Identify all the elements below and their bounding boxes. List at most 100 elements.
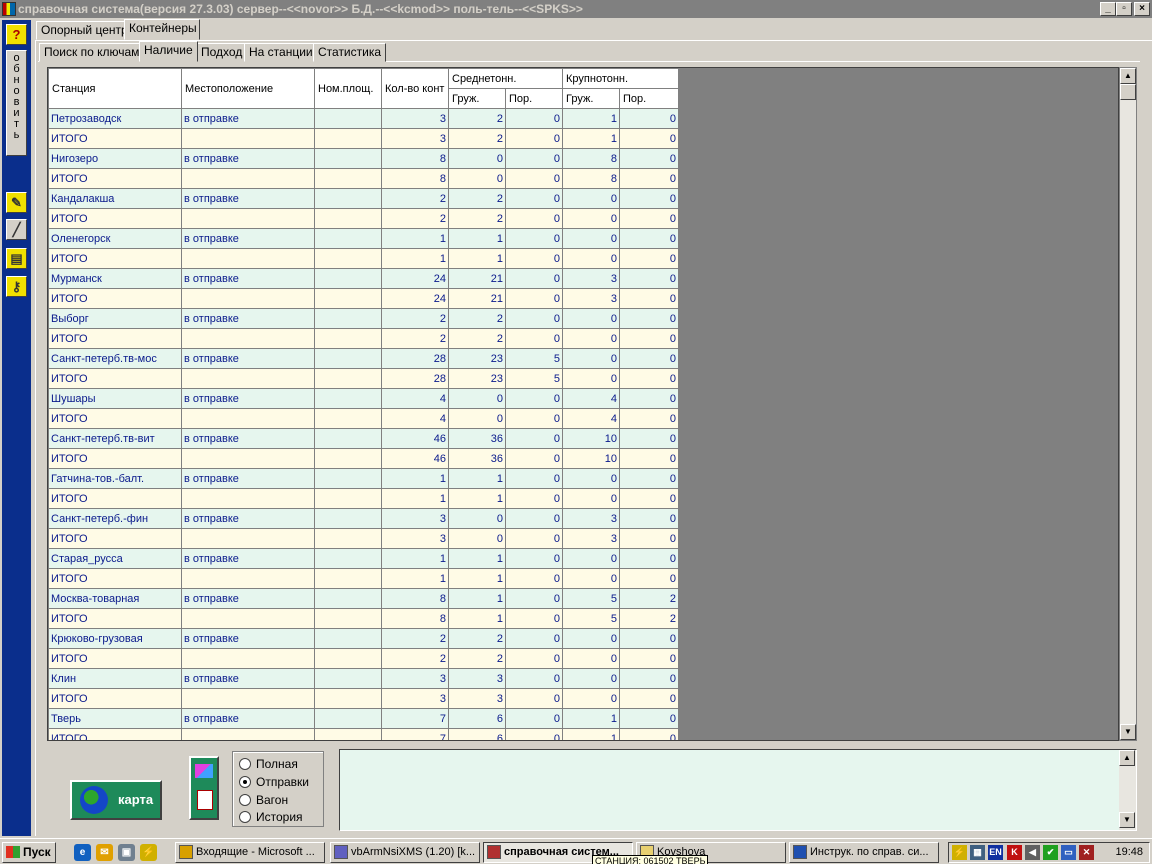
cell-large-empty[interactable]: 0 [619,268,680,289]
tray-volume-icon[interactable]: ◀ [1025,845,1040,860]
desktop-icon[interactable]: ▣ [118,844,135,861]
cell-count[interactable]: 46 [381,448,449,469]
cell-location[interactable]: в отправке [181,308,315,329]
cell-platform[interactable] [314,428,382,449]
cell-station[interactable]: Петрозаводск [48,108,182,129]
cell-large-empty[interactable]: 0 [619,208,680,229]
cell-location[interactable]: в отправке [181,388,315,409]
cell-large-empty[interactable]: 0 [619,708,680,729]
cell-station[interactable]: Кандалакша [48,188,182,209]
cell-medium-loaded[interactable]: 23 [448,368,506,389]
cell-medium-loaded[interactable]: 0 [448,528,506,549]
radio-wagon[interactable]: Вагон [239,792,288,808]
tab-at-station[interactable]: На станции [244,43,318,62]
cell-platform[interactable] [314,708,382,729]
cell-station[interactable]: Мурманск [48,268,182,289]
cell-location[interactable]: в отправке [181,108,315,129]
cell-medium-loaded[interactable]: 1 [448,568,506,589]
cell-count[interactable]: 1 [381,228,449,249]
cell-large-empty[interactable]: 0 [619,548,680,569]
cell-station[interactable]: ИТОГО [48,608,182,629]
cell-location[interactable] [181,248,315,269]
cell-large-empty[interactable]: 2 [619,588,680,609]
cell-count[interactable]: 1 [381,468,449,489]
header-station[interactable]: Станция [48,68,182,109]
radio-dispatches[interactable]: Отправки [239,774,309,790]
cell-medium-loaded[interactable]: 1 [448,228,506,249]
cell-medium-loaded[interactable]: 0 [448,408,506,429]
cell-large-empty[interactable]: 0 [619,308,680,329]
header-large-empty[interactable]: Пор. [619,88,680,109]
cell-medium-loaded[interactable]: 1 [448,488,506,509]
cell-location[interactable]: в отправке [181,628,315,649]
table-row[interactable]: Гатчина-тов.-балт. в отправке 1 1 0 0 0 [48,468,680,489]
cell-platform[interactable] [314,148,382,169]
cell-large-empty[interactable]: 0 [619,728,680,740]
memo-scroll-down-icon[interactable]: ▼ [1119,812,1135,828]
cell-large-empty[interactable]: 0 [619,288,680,309]
tray-monitor-icon[interactable]: ▭ [1061,845,1076,860]
cell-large-loaded[interactable]: 5 [562,588,621,609]
cell-large-loaded[interactable]: 0 [562,248,621,269]
grid-vertical-scrollbar[interactable]: ▲ ▼ [1119,67,1137,741]
header-location[interactable]: Местоположение [181,68,315,109]
cell-medium-empty[interactable]: 0 [504,488,564,509]
cell-large-empty[interactable]: 0 [619,668,680,689]
cell-station[interactable]: ИТОГО [48,448,182,469]
cell-count[interactable]: 2 [381,208,449,229]
header-platform[interactable]: Ном.площ. [314,68,382,109]
cell-count[interactable]: 28 [381,348,449,369]
cell-medium-empty[interactable]: 0 [504,728,564,740]
radio-history[interactable]: История [239,809,303,825]
tab-availability[interactable]: Наличие [139,41,198,62]
scroll-down-arrow-icon[interactable]: ▼ [1120,724,1136,740]
cell-count[interactable]: 3 [381,668,449,689]
taskbar-instructions[interactable]: Инструк. по справ. си... [789,842,939,863]
table-row[interactable]: ИТОГО 2 2 0 0 0 [48,208,680,229]
cell-location[interactable] [181,128,315,149]
cell-medium-loaded[interactable]: 2 [448,128,506,149]
header-count[interactable]: Кол-во конт [381,68,449,109]
cell-medium-loaded[interactable]: 0 [448,168,506,189]
help-button[interactable]: ? [6,24,27,45]
cell-station[interactable]: Гатчина-тов.-балт. [48,468,182,489]
outlook-icon[interactable]: ✉ [96,844,113,861]
cell-station[interactable]: ИТОГО [48,688,182,709]
cell-station[interactable]: Оленегорск [48,228,182,249]
containers-grid[interactable]: Станция Местоположение Ном.площ. Кол-во … [47,67,1119,741]
cell-large-empty[interactable]: 0 [619,228,680,249]
cell-large-loaded[interactable]: 0 [562,208,621,229]
cell-station[interactable]: ИТОГО [48,728,182,740]
table-row[interactable]: Кандалакша в отправке 2 2 0 0 0 [48,188,680,209]
table-row[interactable]: Санкт-петерб.-фин в отправке 3 0 0 3 0 [48,508,680,529]
table-row[interactable]: ИТОГО 28 23 5 0 0 [48,368,680,389]
header-large-loaded[interactable]: Груж. [562,88,621,109]
cell-station[interactable]: Выборг [48,308,182,329]
cell-count[interactable]: 2 [381,308,449,329]
cell-large-empty[interactable]: 0 [619,688,680,709]
scroll-thumb[interactable] [1120,84,1136,100]
cell-platform[interactable] [314,448,382,469]
cell-location[interactable]: в отправке [181,348,315,369]
cell-medium-loaded[interactable]: 1 [448,608,506,629]
cell-count[interactable]: 2 [381,628,449,649]
cell-medium-empty[interactable]: 0 [504,308,564,329]
cell-medium-loaded[interactable]: 2 [448,628,506,649]
cell-large-empty[interactable]: 0 [619,388,680,409]
table-row[interactable]: Нигозеро в отправке 8 0 0 8 0 [48,148,680,169]
report-tool-button[interactable] [189,756,219,820]
cell-medium-empty[interactable]: 0 [504,248,564,269]
cell-medium-empty[interactable]: 0 [504,428,564,449]
cell-large-empty[interactable]: 0 [619,628,680,649]
cell-large-empty[interactable]: 0 [619,348,680,369]
cell-large-loaded[interactable]: 4 [562,408,621,429]
cell-station[interactable]: Нигозеро [48,148,182,169]
cell-large-empty[interactable]: 0 [619,428,680,449]
table-row[interactable]: ИТОГО 1 1 0 0 0 [48,568,680,589]
cell-station[interactable]: ИТОГО [48,568,182,589]
radio-full[interactable]: Полная [239,756,298,772]
cell-medium-empty[interactable]: 0 [504,608,564,629]
cell-station[interactable]: Санкт-петерб.тв-вит [48,428,182,449]
cell-large-loaded[interactable]: 4 [562,388,621,409]
cell-station[interactable]: Москва-товарная [48,588,182,609]
